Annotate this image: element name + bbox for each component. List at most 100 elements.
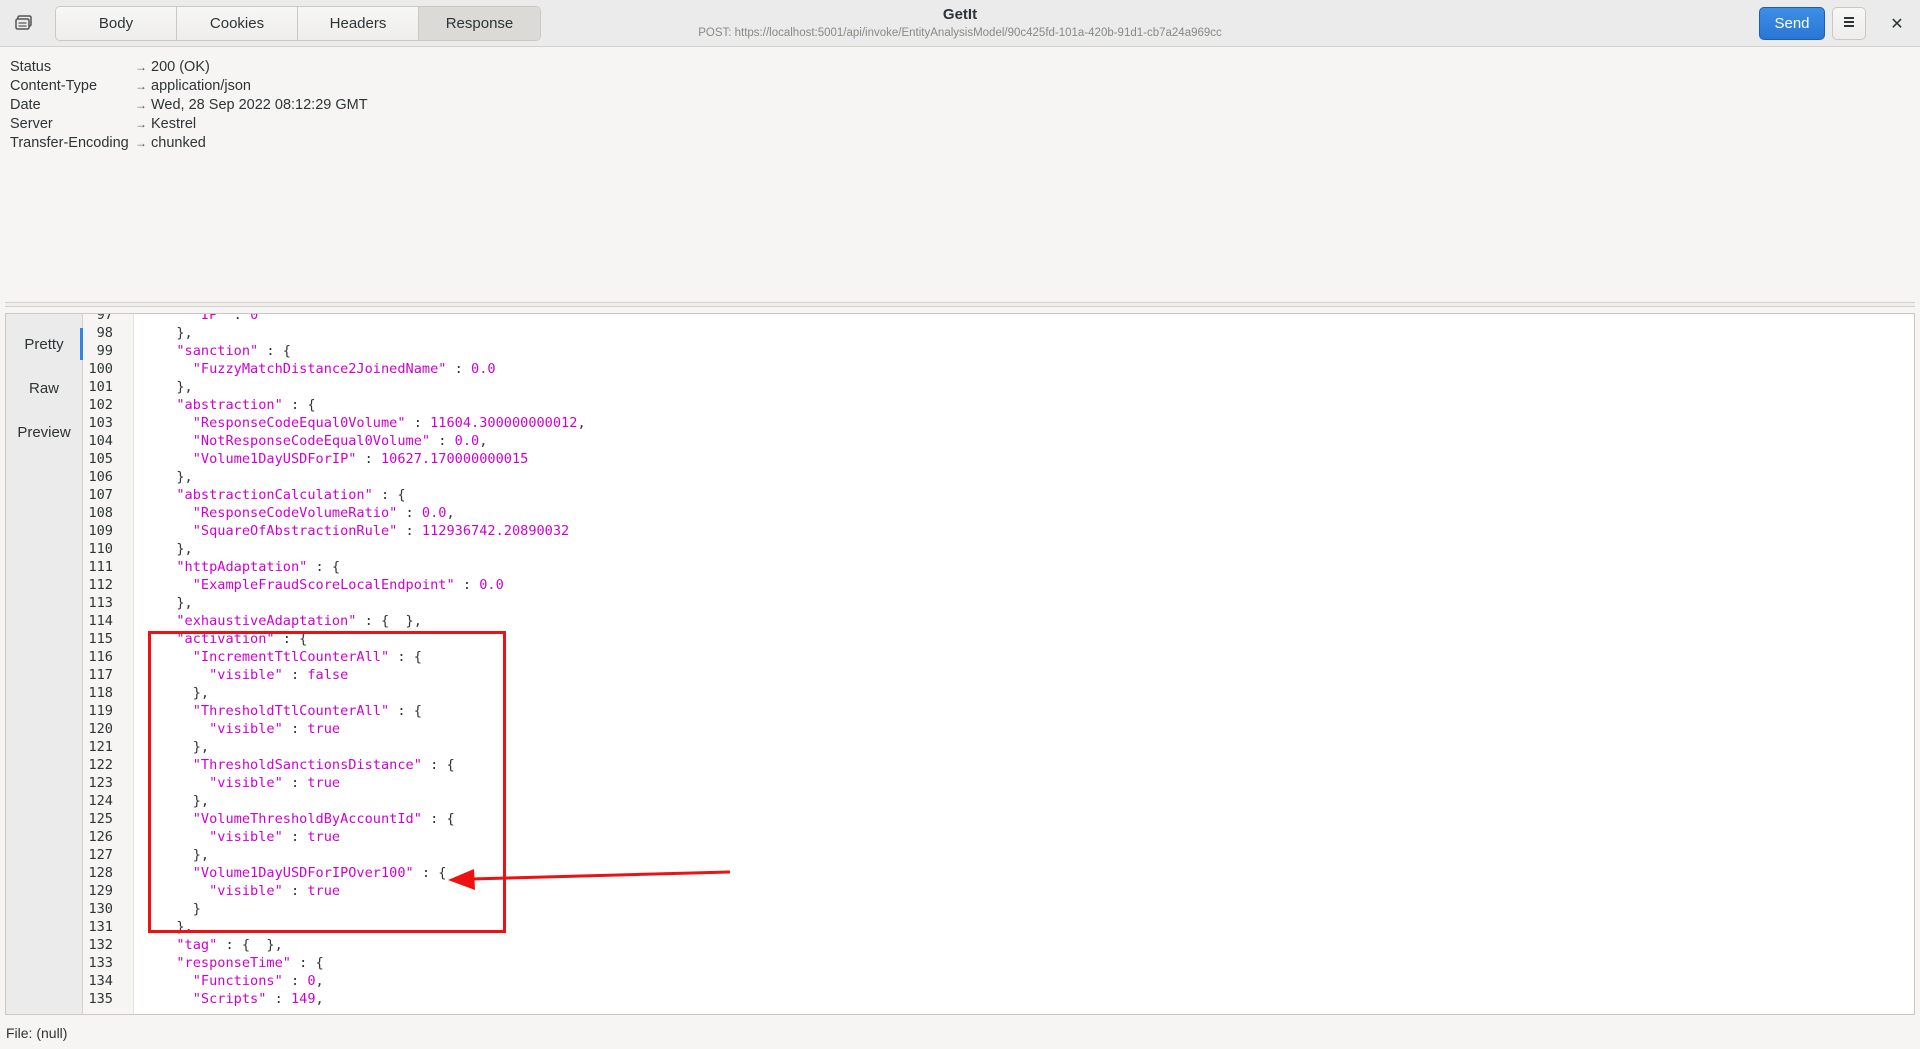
json-punctuation xyxy=(160,775,209,791)
code-text: "visible" : true xyxy=(134,774,340,792)
json-value: true xyxy=(307,829,341,845)
json-value: 0 xyxy=(250,313,259,323)
json-key: "FuzzyMatchDistance2JoinedName" xyxy=(192,361,447,377)
code-text: }, xyxy=(134,738,209,756)
header-row-content-type: Content-Type → application/json xyxy=(10,77,368,96)
line-number: 118 xyxy=(88,685,113,701)
json-punctuation xyxy=(160,613,176,629)
json-key: "ResponseCodeVolumeRatio" xyxy=(192,505,398,521)
json-punctuation xyxy=(160,829,209,845)
json-value: 0.0 xyxy=(471,361,496,377)
json-value: 0 xyxy=(307,973,316,989)
code-line: 113 }, xyxy=(83,594,1913,612)
json-punctuation xyxy=(160,505,193,521)
json-key: "Volume1DayUSDForIP" xyxy=(192,451,357,467)
code-line: 120 "visible" : true xyxy=(83,720,1913,738)
code-line: 132 "tag" : { }, xyxy=(83,936,1913,954)
tab-cookies[interactable]: Cookies xyxy=(177,7,298,40)
code-line: 107 "abstractionCalculation" : { xyxy=(83,486,1913,504)
code-text: "abstractionCalculation" : { xyxy=(134,486,405,504)
code-text: }, xyxy=(134,594,192,612)
send-button[interactable]: Send xyxy=(1759,7,1825,40)
line-number: 117 xyxy=(88,667,113,683)
header-value: 200 (OK) xyxy=(151,59,210,75)
code-text: "NotResponseCodeEqual0Volume" : 0.0, xyxy=(134,432,488,450)
tab-body[interactable]: Body xyxy=(56,7,177,40)
header-key: Server xyxy=(10,116,53,132)
line-number: 132 xyxy=(88,937,113,953)
line-number: 122 xyxy=(88,757,113,773)
line-number: 106 xyxy=(88,469,113,485)
line-number: 104 xyxy=(88,433,113,449)
code-text: "visible" : true xyxy=(134,882,340,900)
json-punctuation xyxy=(160,955,176,971)
code-text: "httpAdaptation" : { xyxy=(134,558,340,576)
json-punctuation: : xyxy=(430,433,455,449)
code-text: }, xyxy=(134,540,192,558)
main-menu-button[interactable] xyxy=(1832,7,1866,40)
json-punctuation xyxy=(160,721,209,737)
view-mode-tabs: Pretty Raw Preview xyxy=(6,314,83,1014)
line-number: 133 xyxy=(88,955,113,971)
code-text: "activation" : { xyxy=(134,630,307,648)
tab-response[interactable]: Response xyxy=(419,7,540,40)
code-line: 130 } xyxy=(83,900,1913,918)
line-number: 123 xyxy=(88,775,113,791)
line-number: 101 xyxy=(88,379,113,395)
code-line: 97 "IP" : 0 xyxy=(83,313,1913,324)
code-text: }, xyxy=(134,684,209,702)
json-punctuation: , xyxy=(315,973,324,989)
header-row-status: Status → 200 (OK) xyxy=(10,58,368,77)
json-punctuation: }, xyxy=(160,793,210,809)
line-number: 111 xyxy=(88,559,113,575)
tab-preview[interactable]: Preview xyxy=(6,410,82,454)
code-line: 112 "ExampleFraudScoreLocalEndpoint" : 0… xyxy=(83,576,1913,594)
code-line: 134 "Functions" : 0, xyxy=(83,972,1913,990)
code-text: }, xyxy=(134,918,192,936)
pane-splitter-handle[interactable] xyxy=(5,302,1915,307)
arrow-icon: → xyxy=(135,117,147,131)
code-text: }, xyxy=(134,846,209,864)
json-key: "ResponseCodeEqual0Volume" xyxy=(192,415,406,431)
status-bar: File: (null) xyxy=(6,1025,68,1041)
json-punctuation: , xyxy=(479,433,488,449)
json-key: "httpAdaptation" xyxy=(176,559,308,575)
json-punctuation xyxy=(160,397,176,413)
json-punctuation: : xyxy=(446,361,472,377)
code-line: 106 }, xyxy=(83,468,1913,486)
code-text: "ResponseCodeEqual0Volume" : 11604.30000… xyxy=(134,414,586,432)
json-punctuation: : xyxy=(282,829,308,845)
json-code-view[interactable]: 97 "IP" : 0 98 }, 99 "sanction" : {100 "Fu… xyxy=(83,313,1913,1008)
line-number: 119 xyxy=(88,703,113,719)
json-key: "IncrementTtlCounterAll" xyxy=(192,649,390,665)
line-number: 127 xyxy=(88,847,113,863)
code-text: "SquareOfAbstractionRule" : 112936742.20… xyxy=(134,522,570,540)
code-text: "visible" : true xyxy=(134,720,340,738)
json-key: "visible" xyxy=(209,667,283,683)
tab-headers[interactable]: Headers xyxy=(298,7,419,40)
close-button[interactable]: ✕ xyxy=(1880,7,1914,40)
header-key: Date xyxy=(10,97,41,113)
code-text: "tag" : { }, xyxy=(134,936,283,954)
json-punctuation: }, xyxy=(160,379,193,395)
code-line: 111 "httpAdaptation" : { xyxy=(83,558,1913,576)
code-text: "sanction" : { xyxy=(134,342,291,360)
code-line: 119 "ThresholdTtlCounterAll" : { xyxy=(83,702,1913,720)
arrow-icon: → xyxy=(135,60,147,74)
json-punctuation: : { xyxy=(421,811,455,827)
json-punctuation: } xyxy=(160,901,201,917)
tab-raw[interactable]: Raw xyxy=(6,366,82,410)
json-punctuation: : { }, xyxy=(217,937,283,953)
code-line: 121 }, xyxy=(83,738,1913,756)
tab-pretty[interactable]: Pretty xyxy=(6,322,83,366)
line-number: 110 xyxy=(88,541,113,557)
line-number: 103 xyxy=(88,415,113,431)
line-number: 107 xyxy=(88,487,113,503)
code-line: 124 }, xyxy=(83,792,1913,810)
app-menu-icon[interactable] xyxy=(14,14,34,32)
line-number: 100 xyxy=(88,361,113,377)
code-text: "ThresholdSanctionsDistance" : { xyxy=(134,756,455,774)
json-punctuation: : xyxy=(356,451,381,467)
json-punctuation: : xyxy=(266,991,291,1007)
line-number: 116 xyxy=(88,649,113,665)
